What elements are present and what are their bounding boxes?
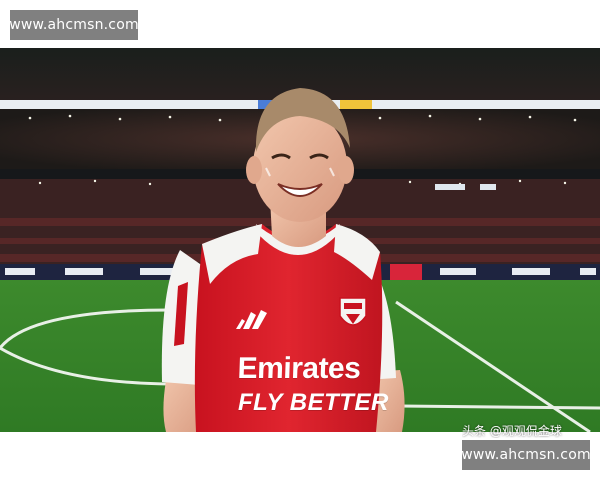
player-photo: Emirates FLY BETTER <box>0 48 600 432</box>
source-caption: 头条 @观观侃金球 <box>462 424 562 438</box>
sponsor-wordmark: Emirates <box>237 352 361 385</box>
scoreboard-light-2 <box>480 184 496 190</box>
site-watermark-bottom: www.ahcmsn.com <box>461 440 591 470</box>
sponsor-slogan: FLY BETTER <box>238 389 389 416</box>
site-watermark-top: www.ahcmsn.com <box>9 10 139 40</box>
scoreboard-light <box>435 184 465 190</box>
roof-light-accent-2 <box>340 100 372 109</box>
ad-board-red <box>390 264 422 280</box>
club-crest <box>339 297 367 326</box>
